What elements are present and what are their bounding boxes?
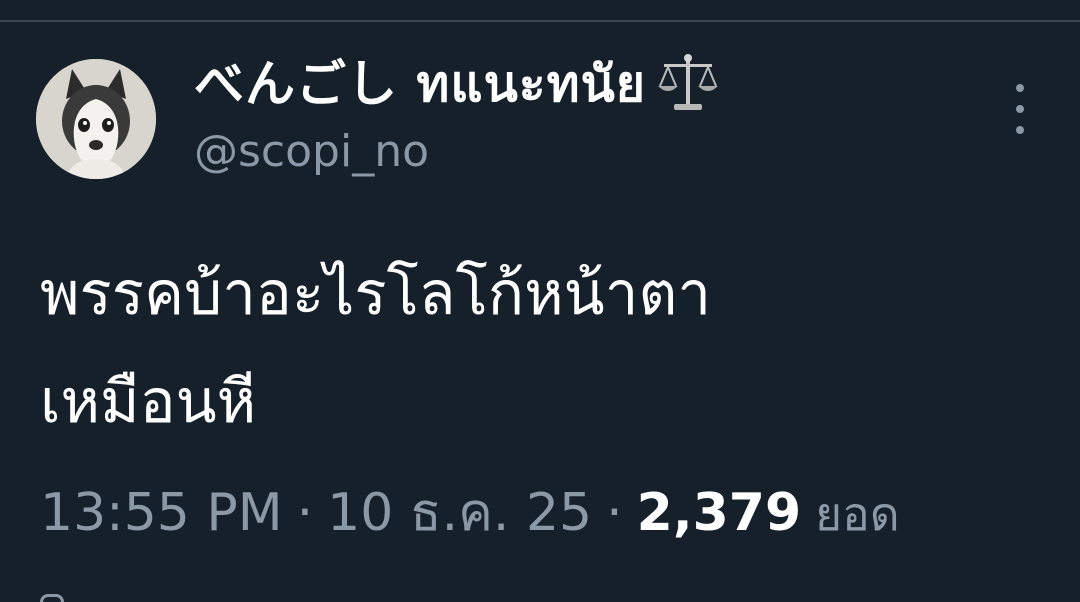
tweet-text: พรรคบ้าอะไรโลโก้หน้าตา เหมือนหี xyxy=(40,259,712,437)
display-name-row[interactable]: べんごし ทแนะทนัย xyxy=(194,52,720,116)
husky-avatar-icon xyxy=(36,59,156,179)
views-count: 2,379 xyxy=(636,483,802,543)
balance-scale-icon xyxy=(656,52,720,116)
avatar[interactable] xyxy=(36,59,156,179)
more-dot xyxy=(1016,126,1024,134)
tweet-date[interactable]: 10 ธ.ค. 25 xyxy=(327,470,592,553)
views-label: ยอด xyxy=(815,487,900,541)
tweet-meta: 13:55 PM · 10 ธ.ค. 25 · 2,379 ยอด xyxy=(40,470,900,553)
meta-separator: · xyxy=(606,483,623,543)
more-dot xyxy=(1016,105,1024,113)
more-options-button[interactable] xyxy=(1000,84,1040,134)
author-block: べんごし ทแนะทนัย @scopi_no xyxy=(194,52,720,177)
partial-icon-cutoff xyxy=(40,594,64,602)
meta-separator: · xyxy=(296,483,314,543)
more-dot xyxy=(1016,84,1024,92)
tweet-time[interactable]: 13:55 PM xyxy=(40,483,283,543)
display-name: べんごし ทแนะทนัย xyxy=(194,55,647,113)
user-handle[interactable]: @scopi_no xyxy=(194,126,720,177)
tweet-card: べんごし ทแนะทนัย @scopi_no พรรคบ้าอะไรโลโก้… xyxy=(0,22,1080,602)
